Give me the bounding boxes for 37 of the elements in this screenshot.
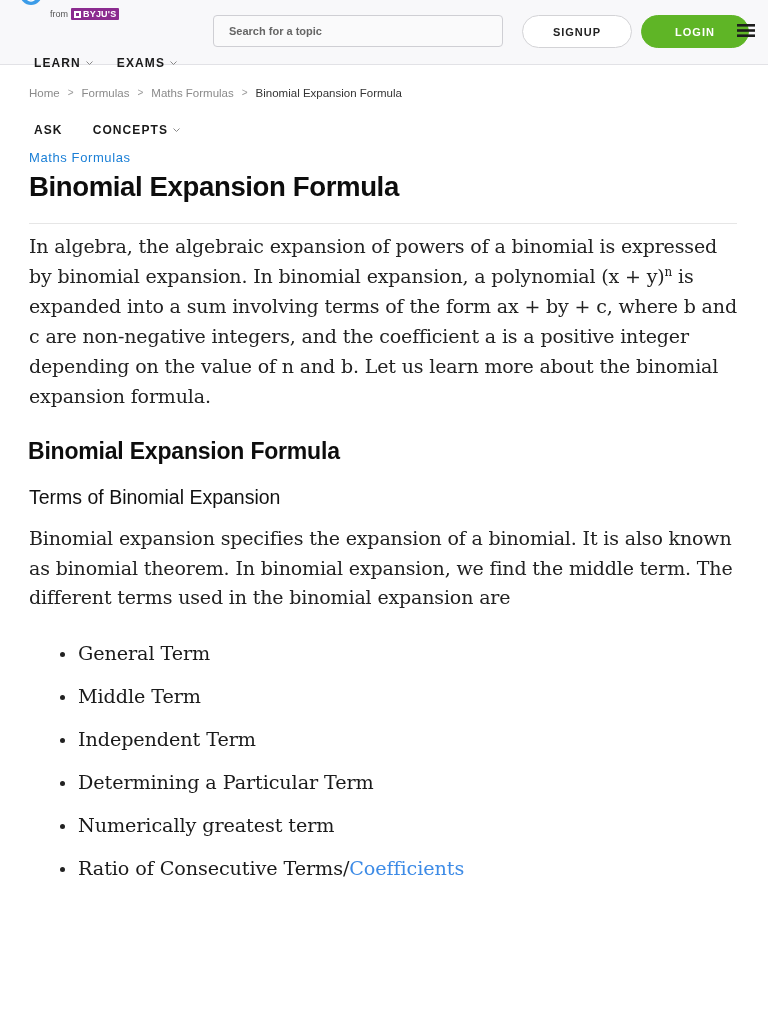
breadcrumb-separator: > [241,86,248,100]
list-item-text: Numerically greatest term [78,814,335,838]
breadcrumb-separator: > [137,86,144,100]
signup-button[interactable]: SIGNUP [522,15,632,48]
bullet-icon [60,780,65,786]
list-item-text: Ratio of Consecutive Terms/Coefficients [78,857,465,881]
list-item-text: Middle Term [78,685,201,709]
breadcrumb-link[interactable]: Home [29,86,60,100]
nav-link[interactable]: EXAMS [116,56,178,70]
bullet-icon [60,737,65,743]
section-heading: Binomial Expansion Formula [28,437,342,465]
brand-name: BYJU'S [83,9,117,19]
category-link[interactable]: Maths Formulas [29,150,131,166]
body-paragraph: Binomial expansion specifies the expansion of a binomial. It is also known as binomial theorem. In binomial expansion, we find the middle term. The different terms used in the binomial expansion are [29,526,734,610]
logo-byline: from [50,9,68,19]
nav-link[interactable]: LEARN [34,56,93,70]
list-item-text: General Term [78,642,211,666]
search-field[interactable]: Search for a topic [213,15,503,47]
list-item-text: Independent Term [78,728,256,752]
text-link[interactable]: Coefficients [349,857,465,880]
breadcrumb-separator: > [67,86,74,100]
breadcrumb-link[interactable]: Formulas [81,86,130,100]
page-title: Binomial Expansion Formula [29,171,401,203]
list-item-text: Determining a Particular Term [78,771,374,795]
login-button[interactable]: LOGIN [641,15,749,48]
breadcrumb-link[interactable]: Maths Formulas [151,86,234,100]
menu-icon[interactable] [737,24,755,37]
section-subheading: Terms of Binomial Expansion [29,486,282,508]
nav-link[interactable]: CONCEPTS [92,123,181,137]
logo-icon[interactable] [20,0,42,5]
bullet-icon [60,694,65,700]
bullet-icon [60,651,65,657]
breadcrumb-current: Binomial Expansion Formula [255,86,402,100]
bullet-icon [60,866,65,872]
intro-paragraph: In algebra, the algebraic expansion of powers of a binomial is expressed by binomial expansion. In binomial expansion, a polynomial (x + y)$^{n}$ is expanded into a sum involving terms of the form ax + by + c, where b and c are non-negative integers, and the coefficient a is a positive integer depending on the value of n and b. Let us learn more about the binomial expansion formula. [29,234,737,409]
bullet-icon [60,823,65,829]
nav-link[interactable]: ASK [34,123,63,137]
